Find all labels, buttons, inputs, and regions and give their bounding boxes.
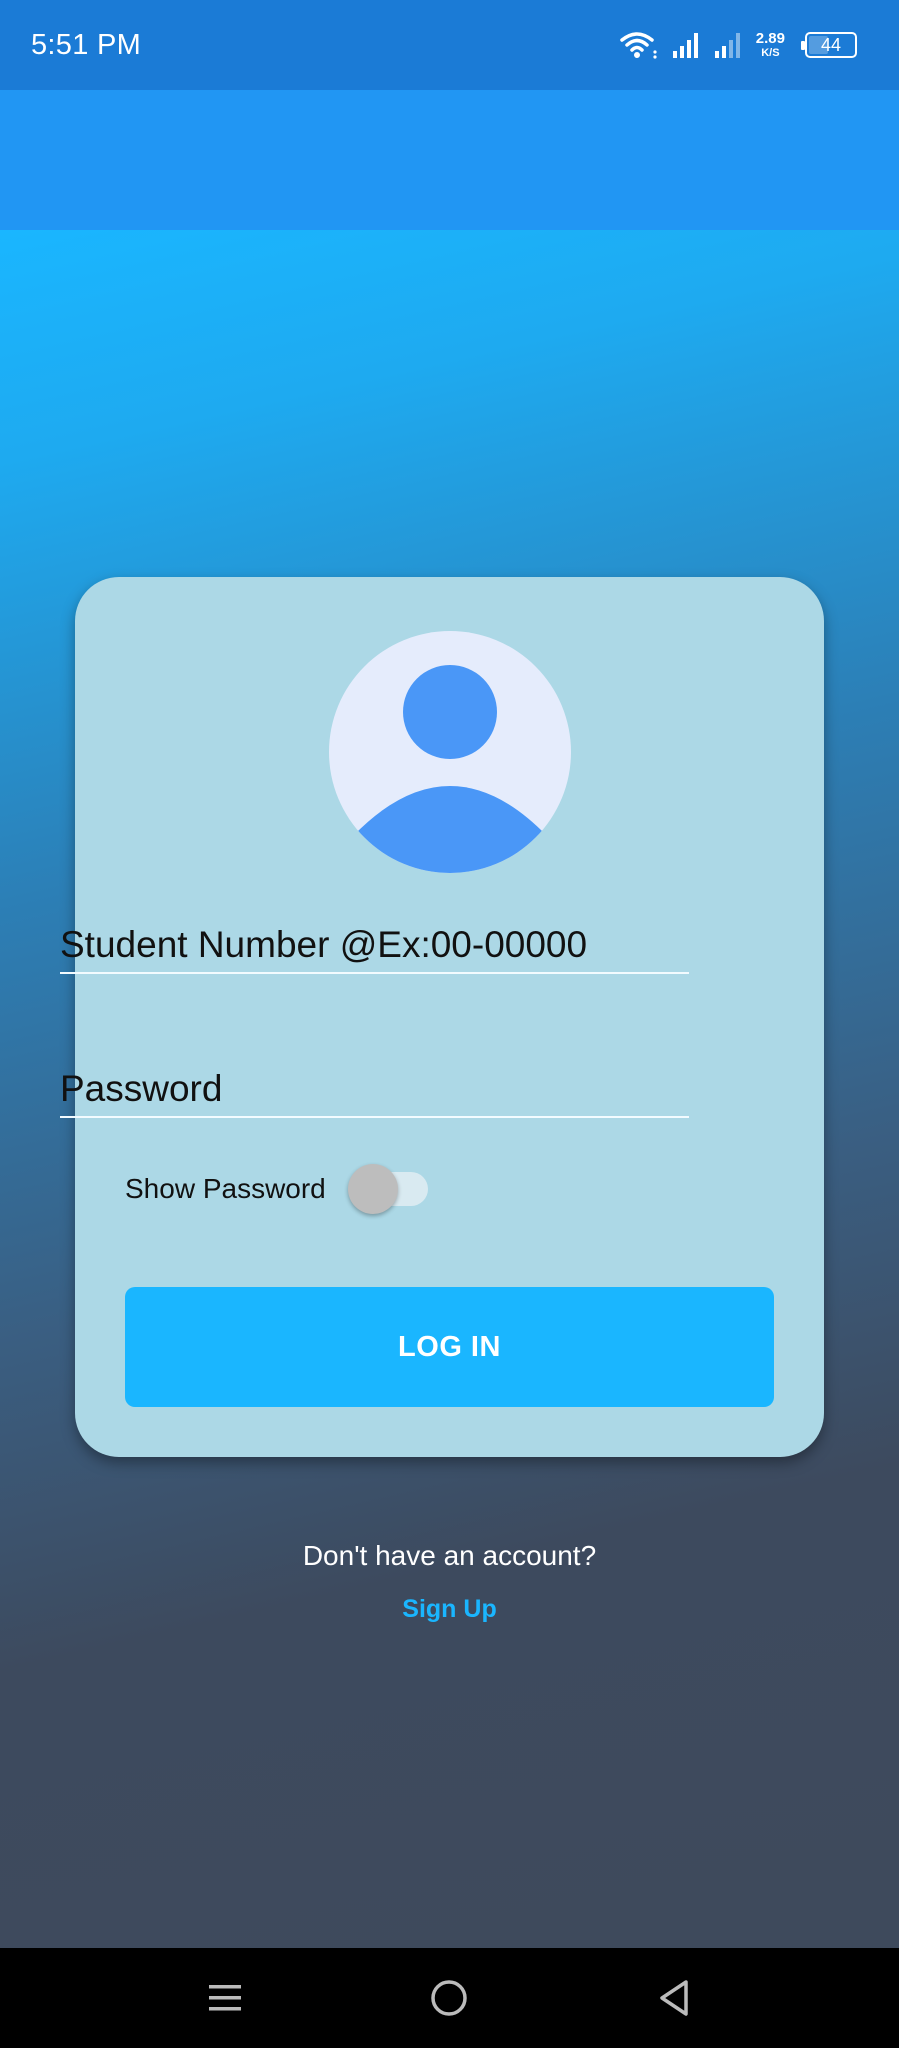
password-field[interactable] xyxy=(60,1054,689,1118)
menu-icon[interactable] xyxy=(200,1973,250,2023)
wifi-icon xyxy=(620,30,658,60)
back-icon[interactable] xyxy=(649,1973,699,2023)
password-input[interactable] xyxy=(60,1054,689,1116)
no-account-text: Don't have an account? xyxy=(302,1540,597,1571)
toggle-thumb xyxy=(347,1164,398,1214)
show-password-toggle[interactable] xyxy=(347,1164,432,1214)
login-screen: 5:51 PM 2.89 K/S 44 Student Number @Ex:0… xyxy=(0,0,899,2048)
home-icon[interactable] xyxy=(424,1973,474,2023)
show-password-row: Show Password xyxy=(125,1164,432,1214)
battery-icon: 44 xyxy=(801,32,857,58)
battery-level: 44 xyxy=(820,34,842,55)
network-speed: 2.89 K/S xyxy=(756,31,785,59)
student-number-input[interactable] xyxy=(60,910,689,972)
app-bar xyxy=(0,90,899,230)
login-button[interactable]: LOG IN xyxy=(125,1287,774,1407)
network-speed-unit: K/S xyxy=(761,47,780,59)
signal-icon xyxy=(672,31,700,59)
status-time: 5:51 PM xyxy=(31,28,142,61)
signup-link[interactable]: Sign Up xyxy=(0,1595,899,1624)
system-nav-bar xyxy=(0,1948,899,2048)
network-speed-value: 2.89 xyxy=(755,30,785,47)
status-icons: 2.89 K/S 44 xyxy=(620,30,857,60)
status-bar: 5:51 PM 2.89 K/S 44 xyxy=(0,0,899,90)
show-password-label: Show Password xyxy=(125,1173,326,1204)
student-number-field[interactable] xyxy=(60,910,689,974)
user-avatar-icon xyxy=(329,631,571,873)
signal-icon-secondary xyxy=(714,31,742,59)
